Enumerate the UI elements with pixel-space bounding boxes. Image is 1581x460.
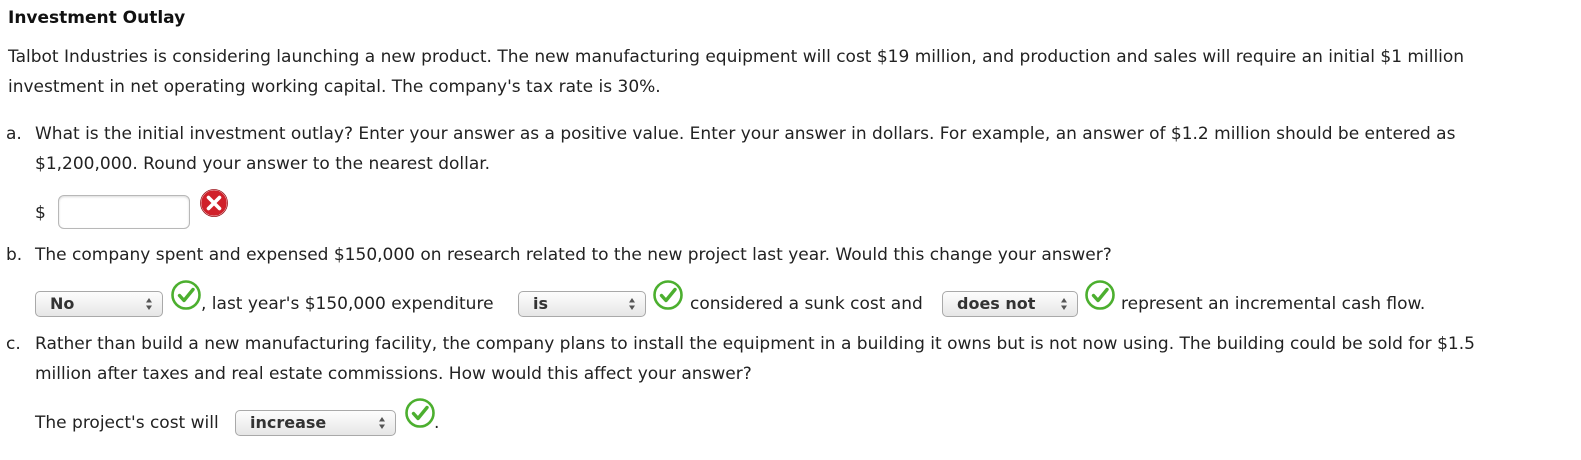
question-a-line-2: $1,200,000. Round your answer to the nea… (35, 154, 491, 174)
question-c-prefix: The project's cost will (35, 413, 219, 433)
select-project-cost-value: increase (250, 413, 327, 432)
incorrect-x-icon (199, 188, 229, 218)
select-incremental[interactable]: does not (942, 291, 1078, 317)
select-arrows-icon (629, 298, 635, 310)
select-arrows-icon (146, 298, 152, 310)
question-b-text-4: represent an incremental cash flow. (1121, 294, 1426, 314)
question-b-text: The company spent and expensed $150,000 … (35, 245, 1112, 265)
select-change-answer-value: No (50, 294, 75, 313)
correct-check-icon (405, 398, 435, 428)
correct-check-icon (653, 280, 683, 310)
select-arrows-icon (1061, 298, 1067, 310)
question-c-line-2: million after taxes and real estate comm… (35, 364, 752, 384)
question-c-suffix: . (434, 413, 440, 433)
select-sunk-cost-value: is (533, 294, 549, 313)
question-a-line-1: What is the initial investment outlay? E… (35, 124, 1456, 144)
correct-check-icon (1085, 280, 1115, 310)
intro-line-1: Talbot Industries is considering launchi… (8, 47, 1465, 67)
select-incremental-value: does not (957, 294, 1036, 313)
select-arrows-icon (379, 417, 385, 429)
select-change-answer[interactable]: No (35, 291, 163, 317)
select-project-cost[interactable]: increase (235, 410, 396, 436)
answer-a-input[interactable] (58, 195, 190, 229)
question-b-letter: b. (6, 245, 23, 265)
intro-line-2: investment in net operating working capi… (8, 77, 661, 97)
correct-check-icon (171, 280, 201, 310)
question-b-text-3: considered a sunk cost and (690, 294, 923, 314)
currency-symbol: $ (35, 203, 46, 223)
question-c-line-1: Rather than build a new manufacturing fa… (35, 334, 1475, 354)
question-a-letter: a. (6, 124, 22, 144)
select-sunk-cost[interactable]: is (518, 291, 646, 317)
question-c-letter: c. (6, 334, 21, 354)
page-title: Investment Outlay (8, 8, 186, 28)
question-b-text-2: , last year's $150,000 expenditure (201, 294, 494, 314)
